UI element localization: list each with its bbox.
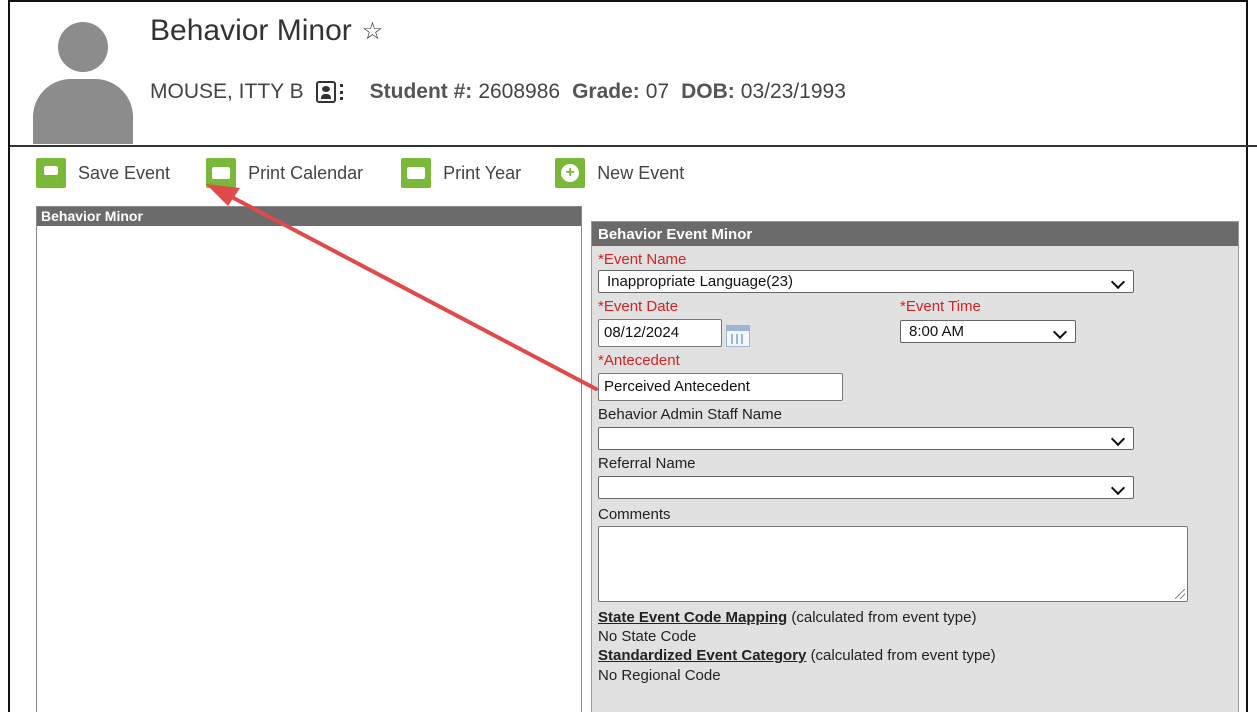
header-divider bbox=[10, 145, 1257, 147]
student-info: MOUSE, ITTY B Student #: 2608986 Grade: … bbox=[150, 80, 858, 104]
referral-label: Referral Name bbox=[598, 455, 696, 472]
avatar bbox=[33, 22, 133, 144]
print-year-button[interactable]: Print Year bbox=[401, 158, 521, 188]
std-category-link[interactable]: Standardized Event Category bbox=[598, 647, 806, 664]
printer-icon bbox=[206, 158, 237, 188]
antecedent-value: Perceived Antecedent bbox=[604, 378, 750, 395]
print-year-label: Print Year bbox=[443, 162, 522, 183]
page-title-row: Behavior Minor ☆ bbox=[150, 14, 383, 48]
admin-staff-label: Behavior Admin Staff Name bbox=[598, 406, 782, 423]
print-calendar-button[interactable]: Print Calendar bbox=[206, 158, 363, 188]
behavior-list-header: Behavior Minor bbox=[37, 207, 581, 226]
behavior-list-panel: Behavior Minor bbox=[36, 206, 582, 712]
event-date-value: 08/12/2024 bbox=[604, 324, 680, 341]
save-event-label: Save Event bbox=[78, 162, 171, 183]
event-date-label: *Event Date bbox=[598, 298, 679, 315]
std-category-note: (calculated from event type) bbox=[810, 647, 996, 664]
state-mapping-value: No State Code bbox=[598, 628, 697, 645]
student-number-label: Student #: bbox=[369, 80, 473, 103]
grade-label: Grade: bbox=[572, 80, 640, 103]
std-category-row: Standardized Event Category (calculated … bbox=[598, 647, 996, 664]
contact-card-icon[interactable] bbox=[315, 81, 336, 103]
antecedent-input[interactable]: Perceived Antecedent bbox=[598, 373, 843, 401]
student-name: MOUSE, ITTY B bbox=[150, 80, 304, 103]
state-mapping-row: State Event Code Mapping (calculated fro… bbox=[598, 609, 976, 626]
grade-value: 07 bbox=[645, 80, 670, 103]
admin-staff-select[interactable] bbox=[598, 427, 1134, 450]
save-event-button[interactable]: Save Event bbox=[36, 158, 170, 188]
page-title: Behavior Minor bbox=[150, 14, 352, 47]
comments-label: Comments bbox=[598, 506, 671, 523]
new-event-label: New Event bbox=[597, 162, 685, 183]
state-mapping-link[interactable]: State Event Code Mapping bbox=[598, 609, 787, 626]
printer-icon bbox=[401, 158, 432, 188]
student-number: 2608986 bbox=[478, 80, 561, 103]
dob-label: DOB: bbox=[681, 80, 735, 103]
behavior-event-form: Behavior Event Minor *Event Name Inappro… bbox=[591, 221, 1239, 712]
event-time-select[interactable]: 8:00 AM bbox=[900, 320, 1076, 343]
calendar-icon[interactable] bbox=[726, 325, 750, 347]
dob-value: 03/23/1993 bbox=[740, 80, 846, 103]
antecedent-label: *Antecedent bbox=[598, 352, 680, 369]
std-category-value: No Regional Code bbox=[598, 667, 721, 684]
state-mapping-note: (calculated from event type) bbox=[791, 609, 977, 626]
comments-textarea[interactable] bbox=[598, 526, 1188, 602]
add-icon: + bbox=[555, 158, 586, 188]
event-time-label: *Event Time bbox=[900, 298, 981, 315]
star-icon[interactable]: ☆ bbox=[362, 17, 384, 46]
new-event-button[interactable]: + New Event bbox=[555, 158, 684, 188]
event-time-value: 8:00 AM bbox=[909, 323, 965, 340]
chevron-down-icon bbox=[1110, 431, 1126, 447]
save-icon bbox=[36, 158, 66, 188]
form-header: Behavior Event Minor bbox=[592, 222, 1238, 246]
chevron-down-icon bbox=[1110, 480, 1126, 496]
event-name-select[interactable]: Inappropriate Language(23) bbox=[598, 270, 1134, 293]
event-name-label: *Event Name bbox=[598, 251, 687, 268]
event-date-input[interactable]: 08/12/2024 bbox=[598, 319, 722, 347]
referral-select[interactable] bbox=[598, 476, 1134, 499]
event-name-value: Inappropriate Language(23) bbox=[607, 273, 793, 290]
chevron-down-icon bbox=[1110, 274, 1126, 290]
print-calendar-label: Print Calendar bbox=[248, 162, 364, 183]
resize-handle-icon[interactable] bbox=[1175, 589, 1185, 599]
contact-dots-icon bbox=[339, 84, 344, 100]
chevron-down-icon bbox=[1052, 324, 1068, 340]
toolbar: Save Event Print Calendar Print Year + N… bbox=[36, 158, 684, 188]
